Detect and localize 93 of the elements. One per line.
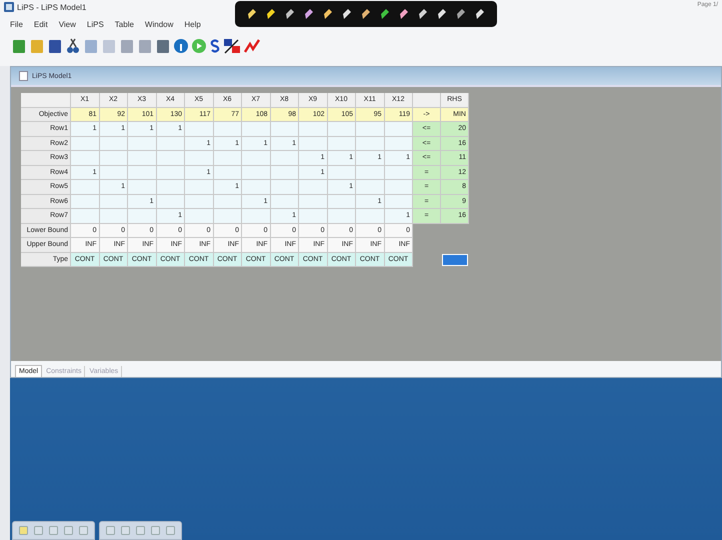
table-cell — [356, 180, 384, 194]
table-cell — [100, 151, 128, 166]
pen-tool-icon[interactable] — [304, 8, 314, 20]
table-cell — [185, 122, 214, 136]
table-cell — [185, 194, 214, 209]
menu-item[interactable]: Edit — [34, 20, 48, 28]
table-cell — [270, 122, 299, 136]
menu-item[interactable]: Table — [114, 20, 134, 28]
table-cell — [299, 136, 328, 151]
table-cell — [242, 180, 270, 194]
pen-tool-icon[interactable] — [266, 8, 276, 20]
menu-item[interactable]: LiPS — [86, 20, 104, 28]
pen-tool-icon[interactable] — [323, 8, 334, 20]
table-cell — [356, 136, 384, 151]
window-title: LiPS - LiPS Model1 — [17, 2, 86, 12]
column-header — [413, 93, 441, 108]
info-icon[interactable] — [174, 38, 188, 54]
table-cell — [185, 180, 214, 194]
table-cell — [71, 180, 100, 194]
taskbar-thumbnail[interactable] — [12, 521, 95, 540]
table-cell — [356, 209, 384, 224]
table-cell — [384, 136, 413, 151]
table-cell — [328, 209, 356, 224]
table-cell — [71, 209, 100, 224]
table-cell — [242, 209, 270, 224]
menu-item[interactable]: Window — [144, 20, 174, 28]
table-cell — [384, 194, 413, 209]
table-cell — [185, 151, 214, 166]
table-cell — [214, 209, 242, 224]
table-cell — [100, 209, 128, 224]
table-cell — [242, 166, 270, 180]
selected-cell[interactable] — [442, 254, 468, 266]
table-cell — [384, 180, 413, 194]
app-icon — [4, 2, 14, 12]
pen-tool-icon[interactable] — [418, 8, 428, 20]
table-cell — [128, 151, 156, 166]
pen-tool-icon[interactable] — [436, 8, 447, 20]
table-cell — [328, 122, 356, 136]
table-cell — [356, 166, 384, 180]
table-cell — [328, 136, 356, 151]
pen-tool-icon[interactable] — [342, 8, 352, 20]
table-cell — [214, 122, 242, 136]
table-cell — [214, 194, 242, 209]
taskbar-thumbnail[interactable] — [99, 521, 182, 540]
table-cell — [384, 122, 413, 136]
table-cell — [299, 209, 328, 224]
menu-item[interactable]: Help — [184, 20, 201, 28]
table-cell — [242, 151, 270, 166]
pen-tool-icon[interactable] — [398, 8, 409, 20]
table-cell — [384, 166, 413, 180]
table-cell — [214, 151, 242, 166]
table-cell — [270, 166, 299, 180]
graph-icon[interactable] — [244, 38, 260, 54]
table-cell — [100, 166, 128, 180]
table-cell — [128, 166, 156, 180]
table-cell — [328, 166, 356, 180]
pen-tool-icon[interactable] — [360, 8, 371, 20]
chart-icon[interactable] — [224, 38, 240, 54]
table-cell — [156, 166, 185, 180]
table-cell — [128, 136, 156, 151]
pen-tool-icon[interactable] — [247, 8, 258, 20]
table-cell — [156, 151, 185, 166]
table-cell — [100, 136, 128, 151]
table-cell — [185, 209, 214, 224]
table-cell — [156, 180, 185, 194]
pen-tool-icon[interactable] — [456, 8, 466, 20]
table-cell — [299, 122, 328, 136]
menu-item[interactable]: File — [10, 20, 23, 28]
table-cell — [328, 194, 356, 209]
s-icon[interactable] — [210, 38, 220, 54]
table-cell — [270, 194, 299, 209]
table-cell — [299, 194, 328, 209]
table-cell — [71, 194, 100, 209]
table-cell — [128, 180, 156, 194]
table-cell — [214, 166, 242, 180]
table-cell — [270, 151, 299, 166]
table-cell — [270, 180, 299, 194]
table-cell — [71, 151, 100, 166]
table-cell — [100, 194, 128, 209]
scissors-icon[interactable] — [66, 38, 80, 54]
table-cell — [299, 180, 328, 194]
table-cell — [242, 122, 270, 136]
table-cell — [156, 136, 185, 151]
document-icon — [19, 71, 28, 81]
menu-item[interactable]: View — [58, 20, 76, 28]
table-cell — [156, 194, 185, 209]
pen-tool-icon[interactable] — [285, 8, 296, 20]
table-cell — [128, 209, 156, 224]
pen-tool-icon[interactable] — [380, 8, 390, 20]
pen-tool-icon[interactable] — [474, 8, 485, 20]
table-cell — [71, 136, 100, 151]
table-corner-cell — [21, 93, 71, 108]
table-cell — [356, 122, 384, 136]
